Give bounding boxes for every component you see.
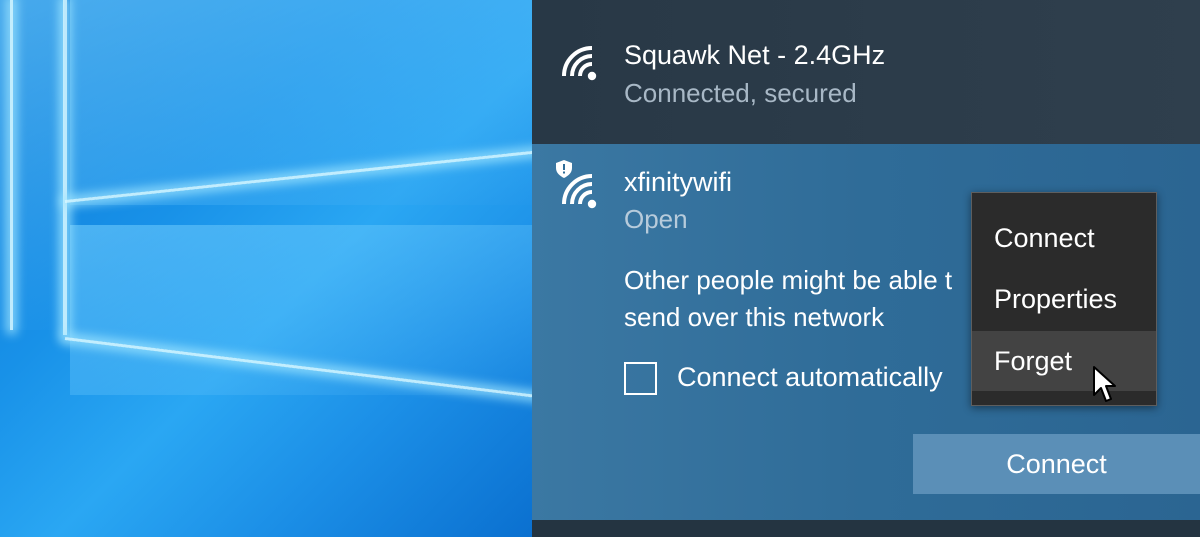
mouse-cursor-icon [1092, 365, 1116, 405]
network-item-squawk[interactable]: Squawk Net - 2.4GHz Connected, secured [532, 0, 1200, 144]
context-menu: Connect Properties Forget [971, 192, 1157, 406]
menu-item-forget[interactable]: Forget [972, 331, 1156, 391]
network-item-next[interactable] [532, 520, 1200, 537]
network-status: Connected, secured [624, 78, 857, 108]
connect-automatically-label[interactable]: Connect automatically [677, 362, 943, 393]
wifi-icon [558, 42, 602, 86]
window-logo-edge [10, 0, 13, 330]
warning-line: Other people might be able t [624, 265, 953, 295]
connect-automatically-checkbox[interactable] [624, 362, 657, 395]
connect-button[interactable]: Connect [913, 434, 1200, 494]
network-status: Open [624, 204, 688, 234]
security-warning: Other people might be able t send over t… [624, 262, 1004, 338]
warning-line: send over this network [624, 302, 885, 332]
window-logo-edge [63, 0, 67, 335]
menu-item-properties[interactable]: Properties [972, 269, 1156, 329]
network-name: Squawk Net - 2.4GHz [624, 40, 886, 70]
wifi-icon [558, 170, 602, 214]
desktop-wallpaper [0, 0, 540, 537]
network-name: xfinitywifi [624, 167, 733, 197]
menu-item-connect[interactable]: Connect [972, 208, 1156, 268]
